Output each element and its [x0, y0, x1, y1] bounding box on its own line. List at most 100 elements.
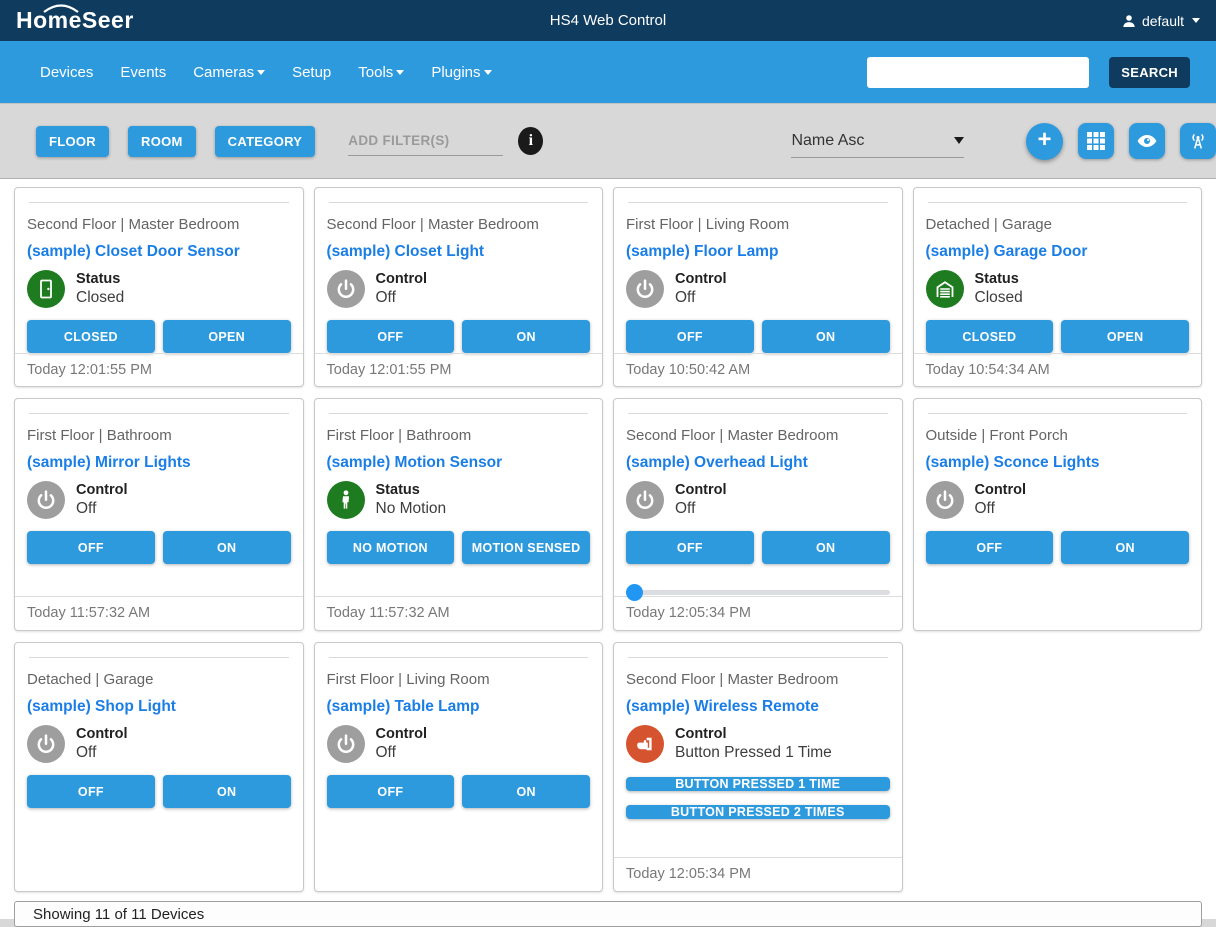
- device-card: First Floor | Bathroom(sample) Motion Se…: [314, 398, 604, 631]
- device-card: Second Floor | Master Bedroom (sample) Cl…: [14, 187, 304, 387]
- device-card: First Floor | Bathroom (sample) Mirror Li…: [14, 398, 304, 631]
- feature-label: Control: [675, 482, 727, 498]
- device-control-button[interactable]: OFF: [926, 531, 1054, 564]
- device-name-link[interactable]: (sample) Closet Door Sensor: [27, 243, 291, 261]
- device-card: Second Floor | Master Bedroom(sample) Cl…: [314, 187, 604, 387]
- device-control-button[interactable]: OFF: [27, 775, 155, 808]
- device-control-button[interactable]: ON: [762, 531, 890, 564]
- device-control-button[interactable]: OFF: [327, 775, 455, 808]
- device-buttons: CLOSEDOPEN: [926, 320, 1190, 353]
- device-name-link[interactable]: (sample) Table Lamp: [327, 698, 591, 716]
- nav-bar: Devices Events Cameras Setup Tools Plugins SE…: [0, 41, 1216, 103]
- filter-button-category[interactable]: CATEGORY: [215, 126, 316, 157]
- device-timestamp: Today 12:05:34 PM: [614, 596, 902, 630]
- device-feature: ControlOff: [626, 481, 890, 519]
- nav-item-setup[interactable]: Setup: [292, 64, 331, 81]
- feature-label: Status: [76, 271, 124, 287]
- feature-label: Control: [675, 726, 832, 742]
- power-icon: [626, 481, 664, 519]
- device-buttons: CLOSEDOPEN: [27, 320, 291, 353]
- device-name-link[interactable]: (sample) Floor Lamp: [626, 243, 890, 261]
- device-count-bar: Showing 11 of 11 Devices: [14, 901, 1202, 927]
- device-control-button[interactable]: OFF: [626, 320, 754, 353]
- device-buttons: OFFON: [27, 531, 291, 564]
- device-feature: ControlOff: [27, 481, 291, 519]
- nav-item-devices[interactable]: Devices: [40, 64, 93, 81]
- device-buttons: OFFON: [327, 320, 591, 353]
- device-name-link[interactable]: (sample) Garage Door: [926, 243, 1190, 261]
- nav-item-plugins[interactable]: Plugins: [431, 64, 491, 81]
- dim-slider[interactable]: [626, 584, 890, 596]
- device-card: First Floor | Living Room(sample) Table …: [314, 642, 604, 892]
- nav-item-label: Plugins: [431, 64, 480, 81]
- nav-item-events[interactable]: Events: [120, 64, 166, 81]
- device-name-link[interactable]: (sample) Sconce Lights: [926, 454, 1190, 472]
- device-control-button[interactable]: ON: [1061, 531, 1189, 564]
- device-buttons: BUTTON PRESSED 1 TIME BUTTON PRESSED 2 TI…: [626, 777, 890, 819]
- card-divider: [329, 202, 589, 203]
- door-icon: [27, 270, 65, 308]
- device-control-button[interactable]: BUTTON PRESSED 2 TIMES: [626, 805, 890, 819]
- nav-item-cameras[interactable]: Cameras: [193, 64, 265, 81]
- device-location: Second Floor | Master Bedroom: [626, 671, 890, 688]
- device-location: First Floor | Bathroom: [27, 427, 291, 444]
- device-control-button[interactable]: CLOSED: [926, 320, 1054, 353]
- visibility-button[interactable]: [1129, 123, 1165, 159]
- device-feature: StatusClosed: [27, 270, 291, 308]
- card-divider: [29, 657, 289, 658]
- nav-items: Devices Events Cameras Setup Tools Plugins: [40, 64, 492, 81]
- nav-item-label: Setup: [292, 64, 331, 81]
- device-name-link[interactable]: (sample) Wireless Remote: [626, 698, 890, 716]
- garage-icon: [926, 270, 964, 308]
- power-icon: [926, 481, 964, 519]
- device-control-button[interactable]: ON: [762, 320, 890, 353]
- sort-dropdown[interactable]: Name Asc: [791, 124, 964, 158]
- device-name-link[interactable]: (sample) Closet Light: [327, 243, 591, 261]
- device-feature: ControlOff: [327, 270, 591, 308]
- device-control-button[interactable]: ON: [462, 320, 590, 353]
- device-control-button[interactable]: ON: [462, 775, 590, 808]
- search-button[interactable]: SEARCH: [1109, 57, 1190, 88]
- grid-view-button[interactable]: [1078, 123, 1114, 159]
- motion-icon: [327, 481, 365, 519]
- device-feature: ControlOff: [626, 270, 890, 308]
- device-control-button[interactable]: OFF: [327, 320, 455, 353]
- device-name-link[interactable]: (sample) Overhead Light: [626, 454, 890, 472]
- device-location: Second Floor | Master Bedroom: [27, 216, 291, 233]
- device-control-button[interactable]: ON: [163, 775, 291, 808]
- device-control-button[interactable]: BUTTON PRESSED 1 TIME: [626, 777, 890, 791]
- device-control-button[interactable]: MOTION SENSED: [462, 531, 590, 564]
- feature-value: Closed: [975, 289, 1023, 307]
- device-control-button[interactable]: ON: [163, 531, 291, 564]
- antenna-icon: [1187, 130, 1209, 152]
- device-buttons: OFFON: [626, 320, 890, 353]
- nav-item-label: Events: [120, 64, 166, 81]
- feature-label: Control: [675, 271, 727, 287]
- info-icon[interactable]: i: [518, 127, 543, 155]
- device-control-button[interactable]: OPEN: [163, 320, 291, 353]
- remote-icon: [626, 725, 664, 763]
- device-feature: ControlOff: [327, 725, 591, 763]
- device-name-link[interactable]: (sample) Shop Light: [27, 698, 291, 716]
- power-icon: [27, 725, 65, 763]
- device-name-link[interactable]: (sample) Motion Sensor: [327, 454, 591, 472]
- device-control-button[interactable]: OFF: [27, 531, 155, 564]
- device-name-link[interactable]: (sample) Mirror Lights: [27, 454, 291, 472]
- device-control-button[interactable]: OPEN: [1061, 320, 1189, 353]
- filter-button-room[interactable]: ROOM: [128, 126, 196, 157]
- search-input[interactable]: [867, 57, 1089, 88]
- nav-item-tools[interactable]: Tools: [358, 64, 404, 81]
- device-control-button[interactable]: CLOSED: [27, 320, 155, 353]
- slider-thumb[interactable]: [626, 584, 643, 601]
- sort-value: Name Asc: [791, 132, 864, 150]
- page: HomeSeer HS4 Web Control default Devices…: [0, 0, 1216, 919]
- feature-value: Off: [975, 500, 1027, 518]
- broadcast-button[interactable]: [1180, 123, 1216, 159]
- add-filter-input[interactable]: [348, 126, 503, 156]
- power-icon: [327, 725, 365, 763]
- filter-button-floor[interactable]: FLOOR: [36, 126, 109, 157]
- device-control-button[interactable]: OFF: [626, 531, 754, 564]
- nav-item-label: Cameras: [193, 64, 254, 81]
- add-device-button[interactable]: +: [1026, 123, 1063, 160]
- device-control-button[interactable]: NO MOTION: [327, 531, 455, 564]
